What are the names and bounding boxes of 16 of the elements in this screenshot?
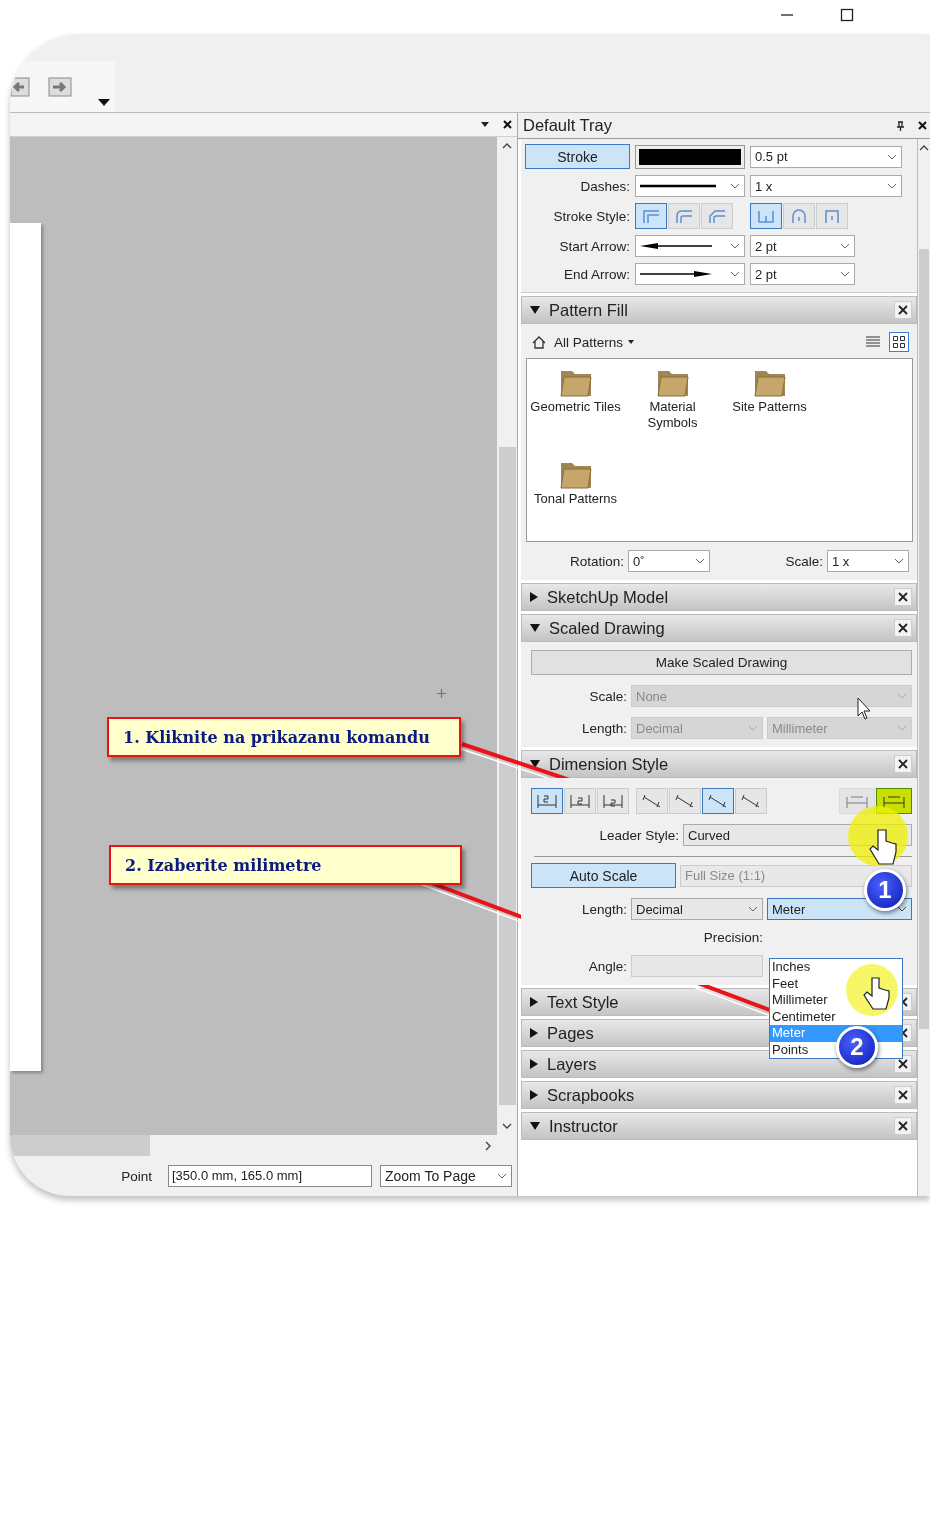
end-arrow-label: End Arrow:	[562, 266, 630, 282]
precision-label: Precision:	[702, 930, 763, 945]
scale-label: Scale:	[785, 553, 823, 569]
instruction-callout: 1. Kliknite na prikazanu komandu	[107, 717, 461, 757]
length-label: Length:	[580, 720, 627, 736]
stroke-style-label: Stroke Style:	[552, 208, 630, 224]
scale-label: Scale:	[588, 688, 627, 704]
dashes-label: Dashes:	[579, 178, 630, 194]
rotation-label: Rotation:	[570, 553, 625, 569]
leader-style-label: Leader Style:	[598, 827, 679, 843]
angle-label: Angle:	[587, 958, 627, 974]
instruction-callout: 2. Izaberite milimetre	[109, 845, 462, 885]
point-label: Point	[121, 1168, 152, 1184]
tray-title: Default Tray	[523, 116, 612, 135]
start-arrow-label: Start Arrow:	[558, 238, 630, 254]
length-label: Length:	[580, 901, 627, 917]
